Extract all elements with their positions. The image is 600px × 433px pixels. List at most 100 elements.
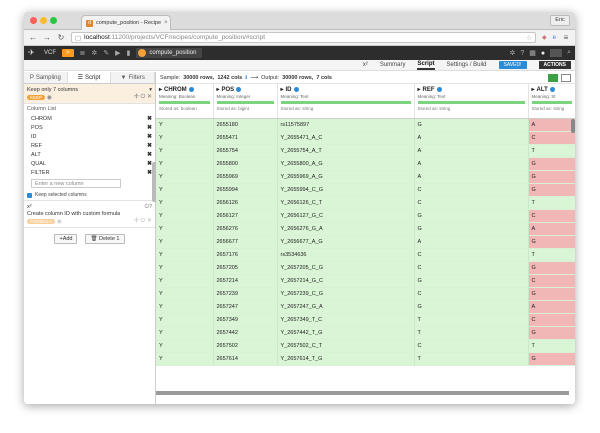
user-icon[interactable]: ● bbox=[541, 50, 545, 57]
add-step-button[interactable]: +Add bbox=[54, 234, 78, 244]
info-icon[interactable]: ℹ bbox=[245, 75, 247, 81]
table-cell[interactable]: 2656127 bbox=[213, 209, 278, 223]
tab-script-panel[interactable]: ☰ Script bbox=[67, 72, 112, 83]
table-row[interactable]: Y 2657442 Y_2657442_T_G T G bbox=[156, 326, 575, 340]
table-cell[interactable]: Y_2657214_G_C bbox=[277, 274, 415, 288]
table-cell[interactable]: 2657247 bbox=[213, 300, 278, 314]
table-cell[interactable]: T bbox=[528, 196, 575, 210]
chart-icon[interactable]: ▮ bbox=[127, 49, 131, 57]
tab-summary[interactable]: Summary bbox=[380, 62, 406, 68]
table-cell[interactable]: Y bbox=[156, 157, 214, 171]
table-cell[interactable]: 2657239 bbox=[213, 287, 278, 301]
vertical-scrollbar[interactable] bbox=[571, 118, 575, 133]
table-row[interactable]: Y 2657239 Y_2657239_C_G C G bbox=[156, 287, 575, 301]
table-cell[interactable]: C bbox=[414, 287, 529, 301]
flow-icon[interactable]: > bbox=[62, 49, 74, 57]
extension-e-icon[interactable]: e bbox=[553, 35, 556, 41]
table-cell[interactable]: G bbox=[528, 261, 575, 275]
table-cell[interactable]: G bbox=[414, 222, 529, 236]
table-row[interactable]: Y 2657205 Y_2657205_C_G C G bbox=[156, 261, 575, 275]
column-header[interactable]: ▸ CHROM Meaning: Boolean Stored as: boolean bbox=[156, 84, 214, 119]
table-row[interactable]: Y 2657349 Y_2657349_T_C T C bbox=[156, 313, 575, 327]
power-icon[interactable]: ⏻ bbox=[141, 94, 146, 100]
expand-icon[interactable]: ▸ bbox=[532, 86, 535, 93]
table-cell[interactable]: rs11575897 bbox=[277, 118, 415, 132]
table-view-button[interactable] bbox=[548, 73, 558, 82]
bookmark-star-icon[interactable]: ☆ bbox=[526, 34, 532, 42]
eye-icon[interactable]: ◉ bbox=[57, 219, 62, 225]
table-cell[interactable]: 2657614 bbox=[213, 352, 278, 366]
table-row[interactable]: Y 2656276 Y_2656276_G_A G A bbox=[156, 222, 575, 236]
gear-icon[interactable]: ✲ bbox=[509, 49, 515, 57]
table-cell[interactable]: Y_2657614_T_G bbox=[277, 352, 415, 366]
settings-gear-icon[interactable]: ✲ bbox=[91, 49, 97, 57]
table-cell[interactable]: 2656276 bbox=[213, 222, 278, 236]
delete-step-icon[interactable]: ✕ bbox=[147, 218, 152, 224]
table-row[interactable]: Y 2657176 rs3534636 C T bbox=[156, 248, 575, 262]
info-icon[interactable] bbox=[236, 87, 242, 92]
back-icon[interactable]: ← bbox=[29, 33, 37, 42]
expand-icon[interactable]: ▸ bbox=[159, 86, 162, 93]
delete-step-icon[interactable]: ✕ bbox=[147, 94, 152, 100]
table-cell[interactable]: Y_2656677_A_G bbox=[277, 235, 415, 249]
table-cell[interactable]: Y bbox=[156, 209, 214, 223]
table-cell[interactable]: Y_2657349_T_C bbox=[277, 313, 415, 327]
table-cell[interactable]: Y_2655754_A_T bbox=[277, 144, 415, 158]
extension-icon[interactable]: ◆ bbox=[542, 34, 547, 41]
checkbox-icon[interactable] bbox=[27, 192, 32, 198]
expand-icon[interactable]: ▸ bbox=[217, 86, 220, 93]
table-cell[interactable]: Y_2655994_C_G bbox=[277, 183, 415, 197]
horizontal-scrollbar[interactable] bbox=[156, 390, 569, 395]
table-cell[interactable]: 2655800 bbox=[213, 157, 278, 171]
table-cell[interactable]: A bbox=[528, 222, 575, 236]
table-cell[interactable]: Y_2657502_C_T bbox=[277, 339, 415, 353]
expand-icon[interactable]: ▸ bbox=[281, 86, 284, 93]
quick-search-box[interactable] bbox=[550, 49, 563, 57]
table-cell[interactable]: G bbox=[414, 209, 529, 223]
minimize-window-icon[interactable] bbox=[40, 17, 47, 24]
table-cell[interactable]: C bbox=[528, 209, 575, 223]
table-row[interactable]: Y 2656127 Y_2656127_G_C G C bbox=[156, 209, 575, 223]
table-cell[interactable]: A bbox=[528, 118, 575, 132]
info-icon[interactable] bbox=[549, 87, 555, 92]
column-header[interactable]: ▸ REF Meaning: Text Stored as: string bbox=[414, 84, 529, 119]
table-cell[interactable]: T bbox=[528, 339, 575, 353]
table-cell[interactable]: 2655969 bbox=[213, 170, 278, 184]
column-header[interactable]: ▸ ID Meaning: Text Stored as: string bbox=[277, 84, 415, 119]
delete-step-button[interactable]: 🗑 Delete 1 bbox=[85, 234, 125, 244]
table-row[interactable]: Y 2657614 Y_2657614_T_G T G bbox=[156, 352, 575, 366]
forward-icon[interactable]: → bbox=[43, 33, 51, 42]
table-cell[interactable]: Y bbox=[156, 118, 214, 132]
table-row[interactable]: Y 2656126 Y_2656126_C_T C T bbox=[156, 196, 575, 210]
move-icon[interactable]: ✢ bbox=[134, 94, 139, 100]
table-cell[interactable]: G bbox=[414, 118, 529, 132]
table-row[interactable]: Y 2655969 Y_2655969_A_G A G bbox=[156, 170, 575, 184]
table-cell[interactable]: Y_2655471_A_C bbox=[277, 131, 415, 145]
table-cell[interactable]: G bbox=[528, 183, 575, 197]
table-cell[interactable]: C bbox=[414, 196, 529, 210]
table-row[interactable]: Y 2656677 Y_2656677_A_G A G bbox=[156, 235, 575, 249]
notebook-icon[interactable]: ≣ bbox=[80, 49, 86, 57]
search-icon[interactable]: ⌕ bbox=[567, 49, 571, 57]
table-cell[interactable]: G bbox=[528, 352, 575, 366]
column-meaning[interactable]: Meaning: St bbox=[532, 94, 572, 99]
table-cell[interactable]: Y bbox=[156, 183, 214, 197]
table-cell[interactable]: Y bbox=[156, 144, 214, 158]
close-window-icon[interactable] bbox=[30, 17, 37, 24]
column-meaning[interactable]: Meaning: Text bbox=[281, 94, 411, 99]
table-cell[interactable]: Y bbox=[156, 222, 214, 236]
browser-tab[interactable]: d compute_position - Recipe × bbox=[81, 15, 171, 30]
table-cell[interactable]: T bbox=[528, 248, 575, 262]
table-cell[interactable]: C bbox=[528, 131, 575, 145]
table-row[interactable]: Y 2657214 Y_2657214_G_C G C bbox=[156, 274, 575, 288]
table-cell[interactable]: C bbox=[414, 248, 529, 262]
power-icon[interactable]: ⏻ bbox=[141, 218, 146, 224]
table-row[interactable]: Y 2657247 Y_2657247_G_A G A bbox=[156, 300, 575, 314]
info-icon[interactable] bbox=[188, 87, 194, 92]
table-cell[interactable]: A bbox=[414, 131, 529, 145]
tab-formula-icon[interactable]: x² bbox=[363, 62, 368, 68]
table-cell[interactable]: 2657502 bbox=[213, 339, 278, 353]
table-cell[interactable]: C bbox=[414, 261, 529, 275]
tab-script[interactable]: Script bbox=[417, 61, 435, 70]
table-cell[interactable]: Y_2657442_T_G bbox=[277, 326, 415, 340]
